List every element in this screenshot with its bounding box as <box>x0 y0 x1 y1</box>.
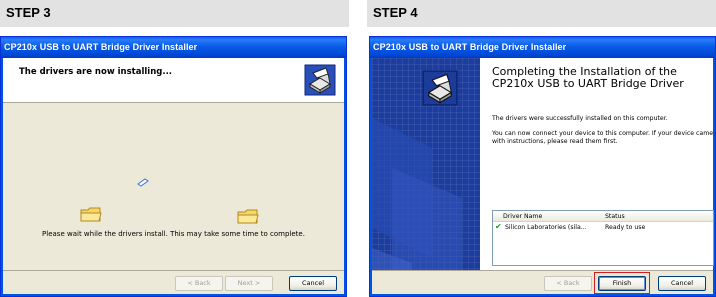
completion-title: Completing the Installation of the CP210… <box>492 65 684 90</box>
driver-status-list[interactable]: Driver Name Status ✔ Silicon Laboratorie… <box>492 210 714 266</box>
driver-list-header: Driver Name Status <box>493 211 713 222</box>
checkmark-icon: ✔ <box>495 222 502 231</box>
next-button[interactable]: Next > <box>225 276 273 291</box>
back-button[interactable]: < Back <box>175 276 223 291</box>
step3-header: STEP 3 <box>0 0 349 27</box>
connect-device-message: You can now connect your device to this … <box>492 130 714 145</box>
step4-client-area: Completing the Installation of the CP210… <box>372 58 714 294</box>
step4-installer-window: CP210x USB to UART Bridge Driver Install… <box>369 36 716 297</box>
flying-document-icon <box>137 178 149 187</box>
step4-button-bar: < Back Finish Cancel <box>372 270 713 294</box>
column-status[interactable]: Status <box>605 213 625 220</box>
step4-window-titlebar[interactable]: CP210x USB to UART Bridge Driver Install… <box>370 37 715 58</box>
step3-client-area: The drivers are now installing... Please… <box>3 58 344 294</box>
cancel-button[interactable]: Cancel <box>289 276 337 291</box>
step3-window-titlebar[interactable]: CP210x USB to UART Bridge Driver Install… <box>1 37 346 58</box>
finish-button[interactable]: Finish <box>598 276 646 291</box>
step3-label: STEP 3 <box>6 5 51 20</box>
table-row[interactable]: ✔ Silicon Laboratories (sila... Ready to… <box>493 222 713 233</box>
driver-name-cell: Silicon Laboratories (sila... <box>505 224 587 231</box>
step3-heading: The drivers are now installing... <box>19 67 173 77</box>
step3-wizard-body: Please wait while the drivers install. T… <box>3 104 344 272</box>
cancel-button[interactable]: Cancel <box>658 276 706 291</box>
step3-installer-window: CP210x USB to UART Bridge Driver Install… <box>0 36 347 297</box>
success-message: The drivers were successfully installed … <box>492 115 668 122</box>
wizard-side-banner <box>372 58 480 272</box>
back-button[interactable]: < Back <box>544 276 592 291</box>
step3-wizard-header: The drivers are now installing... <box>3 58 344 103</box>
installer-box-icon <box>304 64 336 96</box>
installer-box-icon <box>422 70 458 106</box>
destination-folder-icon <box>237 209 259 224</box>
driver-status-cell: Ready to use <box>605 224 646 231</box>
column-driver-name[interactable]: Driver Name <box>503 213 542 220</box>
step4-header: STEP 4 <box>367 0 716 27</box>
step4-content-area: Completing the Installation of the CP210… <box>480 58 714 272</box>
install-wait-message: Please wait while the drivers install. T… <box>42 230 305 238</box>
step4-label: STEP 4 <box>373 5 418 20</box>
step3-button-bar: < Back Next > Cancel <box>3 270 344 294</box>
source-folder-icon <box>80 207 102 222</box>
